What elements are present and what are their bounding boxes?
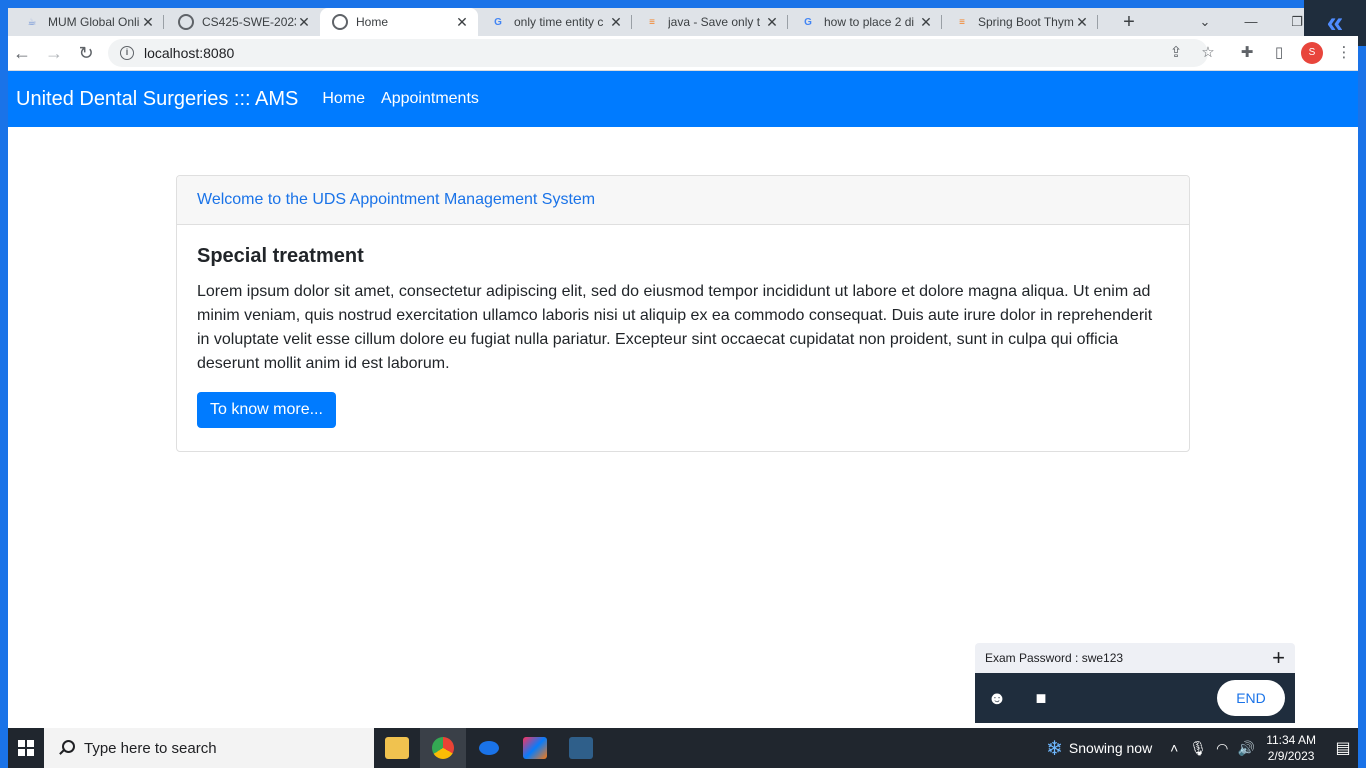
tab-home[interactable]: Home ✕ — [320, 8, 478, 36]
close-icon[interactable]: ✕ — [454, 14, 470, 31]
proctor-person-icon[interactable]: ☻ — [987, 688, 1007, 708]
tab-how-to-place[interactable]: G how to place 2 di ✕ — [788, 8, 942, 36]
end-button[interactable]: END — [1217, 680, 1285, 716]
proctor-header: Exam Password : swe123 + — [975, 643, 1295, 673]
card-body: Special treatment Lorem ipsum dolor sit … — [177, 225, 1189, 448]
know-more-button[interactable]: To know more... — [197, 392, 336, 428]
bookmark-star-icon[interactable]: ☆ — [1197, 42, 1219, 64]
tab-mum[interactable]: ☕ MUM Global Online ✕ — [12, 8, 164, 36]
proctor-widget: Exam Password : swe123 + ☻ ■ END — [975, 643, 1295, 723]
windows-taskbar: Type here to search ❄ Snowing now ˄ 🎙 ◠ … — [8, 728, 1358, 768]
nav-home[interactable]: Home — [322, 90, 365, 108]
close-icon[interactable]: ✕ — [296, 14, 312, 31]
address-bar[interactable]: i localhost:8080 — [108, 39, 1208, 67]
system-tray: ❄ Snowing now ˄ 🎙 ◠ 🔊 11:34 AM 2/9/2023 … — [1046, 728, 1358, 768]
windows-logo-icon — [18, 740, 34, 756]
close-icon[interactable]: ✕ — [1074, 14, 1090, 31]
tab-cs425[interactable]: CS425-SWE-2023 ✕ — [166, 8, 320, 36]
extensions-icon[interactable]: ✚ — [1236, 42, 1258, 64]
snowflake-icon: ❄ — [1046, 737, 1063, 760]
search-icon — [58, 740, 75, 756]
tab-spring-boot[interactable]: ≡ Spring Boot Thym ✕ — [942, 8, 1098, 36]
profile-avatar[interactable]: S — [1301, 42, 1323, 64]
exam-password-label: Exam Password : swe123 — [985, 651, 1124, 665]
google-icon: G — [494, 16, 502, 28]
back-icon[interactable]: ← — [10, 41, 34, 65]
card-header: Welcome to the UDS Appointment Managemen… — [177, 176, 1189, 225]
chevron-up-icon[interactable]: ˄ — [1162, 740, 1186, 756]
nav-appointments[interactable]: Appointments — [381, 90, 479, 108]
info-icon[interactable]: i — [120, 46, 134, 60]
close-icon[interactable]: ✕ — [764, 14, 780, 31]
globe-icon — [178, 14, 194, 30]
side-panel-icon[interactable]: ▯ — [1268, 42, 1290, 64]
brand-link[interactable]: United Dental Surgeries ::: AMS — [16, 88, 298, 111]
intellij-icon[interactable] — [512, 728, 558, 768]
app-navbar: United Dental Surgeries ::: AMS Home App… — [8, 71, 1358, 127]
search-placeholder: Type here to search — [84, 739, 217, 757]
weather-text: Snowing now — [1068, 740, 1153, 756]
stackoverflow-icon: ≡ — [649, 16, 655, 28]
video-camera-icon[interactable]: ■ — [1031, 688, 1051, 708]
plus-icon[interactable]: + — [1272, 647, 1285, 669]
card-text: Lorem ipsum dolor sit amet, consectetur … — [197, 283, 1153, 372]
tab-strip: ☕ MUM Global Online ✕ CS425-SWE-2023 ✕ H… — [8, 8, 1358, 36]
google-icon: G — [804, 16, 812, 28]
clock-time: 11:34 AM — [1266, 733, 1316, 747]
chrome-icon[interactable] — [420, 728, 466, 768]
card-title: Special treatment — [197, 245, 364, 267]
new-tab-button[interactable]: + — [1118, 11, 1140, 33]
volume-icon[interactable]: 🔊 — [1234, 740, 1258, 757]
stackoverflow-icon: ≡ — [959, 16, 965, 28]
reload-icon[interactable]: ↻ — [74, 41, 98, 65]
clock-date: 2/9/2023 — [1267, 749, 1315, 763]
microphone-icon[interactable]: 🎙 — [1186, 740, 1210, 757]
tab-search-icon[interactable]: ⌄ — [1190, 8, 1220, 36]
cup-icon: ☕ — [27, 16, 37, 28]
taskbar-search-input[interactable]: Type here to search — [44, 728, 374, 768]
minimize-icon[interactable]: — — [1236, 8, 1266, 36]
mysql-workbench-icon[interactable] — [558, 728, 604, 768]
url-text: localhost:8080 — [144, 45, 235, 61]
clock[interactable]: 11:34 AM 2/9/2023 — [1266, 732, 1316, 764]
notifications-icon[interactable]: ▤ — [1328, 738, 1358, 758]
tab-java-save[interactable]: ≡ java - Save only t ✕ — [632, 8, 788, 36]
weather-widget[interactable]: ❄ Snowing now — [1046, 736, 1152, 761]
forward-icon[interactable]: → — [42, 41, 66, 65]
file-explorer-icon[interactable] — [374, 728, 420, 768]
share-icon[interactable]: ⇪ — [1165, 42, 1187, 64]
welcome-card: Welcome to the UDS Appointment Managemen… — [176, 175, 1190, 452]
wifi-icon[interactable]: ◠ — [1210, 740, 1234, 757]
globe-icon — [332, 14, 348, 30]
browser-toolbar: ← → ↻ i localhost:8080 ⇪ ☆ ✚ ▯ S ⋮ — [8, 36, 1358, 71]
tab-only-time[interactable]: G only time entity c ✕ — [478, 8, 632, 36]
start-button[interactable] — [8, 728, 44, 768]
close-icon[interactable]: ✕ — [608, 14, 624, 31]
menu-kebab-icon[interactable]: ⋮ — [1333, 42, 1355, 64]
close-icon[interactable]: ✕ — [140, 14, 156, 31]
eye-app-icon[interactable] — [466, 728, 512, 768]
close-icon[interactable]: ✕ — [918, 14, 934, 31]
proctor-controls: ☻ ■ END — [975, 673, 1295, 723]
